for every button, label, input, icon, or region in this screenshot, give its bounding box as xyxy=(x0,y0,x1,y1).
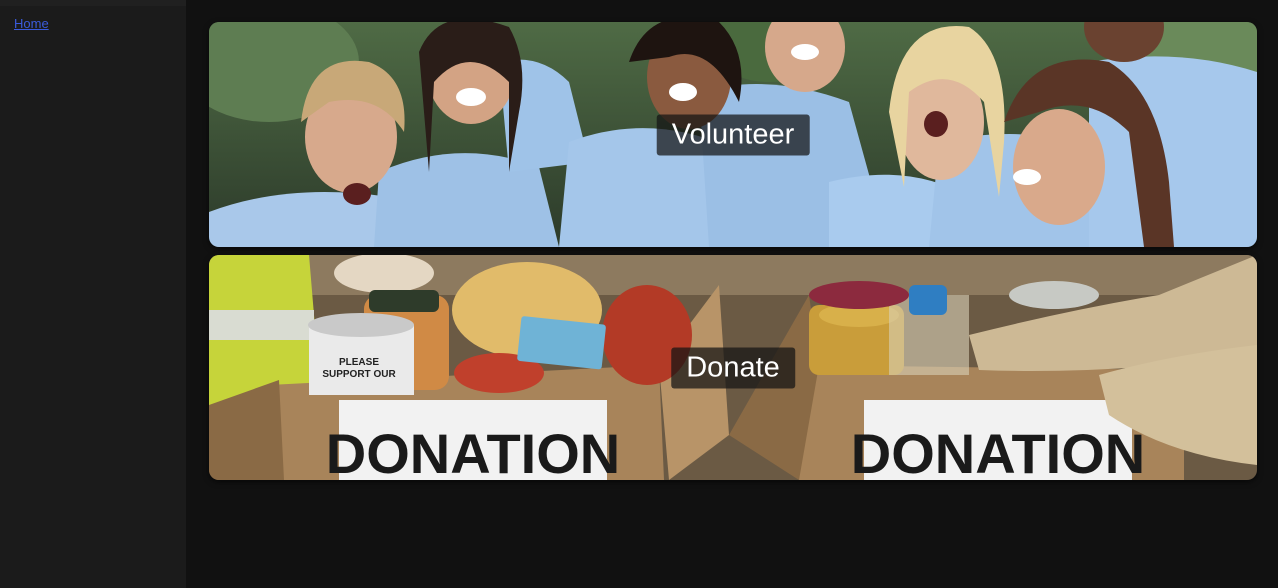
can-label-line-2: SUPPORT OUR xyxy=(322,369,396,380)
sidebar: Home xyxy=(0,0,186,588)
donate-label: Donate xyxy=(671,347,795,388)
donate-card[interactable]: PLEASE SUPPORT OUR DONATION DONATION Don… xyxy=(209,255,1257,480)
box-label-right: DONATION xyxy=(851,422,1146,480)
home-link[interactable]: Home xyxy=(14,16,49,31)
box-label-left: DONATION xyxy=(326,422,621,480)
can-label-line-1: PLEASE xyxy=(339,357,379,368)
volunteer-label: Volunteer xyxy=(656,114,810,155)
main-content: Volunteer PLEASE SUPPORT OUR DONATION DO… xyxy=(186,0,1278,588)
volunteer-card[interactable]: Volunteer xyxy=(209,22,1257,247)
